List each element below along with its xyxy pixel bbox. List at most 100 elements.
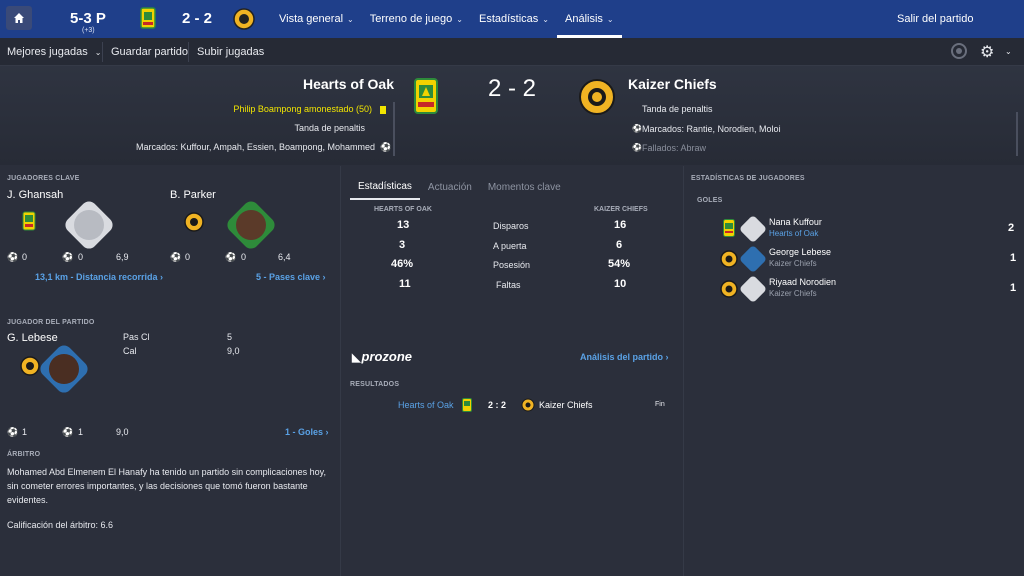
- stat-home-value: 3: [399, 239, 406, 251]
- record-icon[interactable]: [951, 43, 967, 59]
- motm-goals: 1: [22, 427, 28, 437]
- nav-label: Estadísticas: [478, 13, 539, 25]
- home-team-name[interactable]: Hearts of Oak: [303, 76, 394, 92]
- scorer-goals: 2: [1008, 222, 1015, 234]
- chevron-down-icon: ⌄: [542, 14, 549, 24]
- away-team-name[interactable]: Kaizer Chiefs: [628, 76, 717, 92]
- key-players-header: JUGADORES CLAVE: [7, 175, 80, 182]
- motm-name[interactable]: G. Lebese: [7, 332, 58, 344]
- chevron-down-icon: ⌄: [606, 14, 614, 24]
- scorer-name[interactable]: Riyaad Norodien: [769, 277, 836, 287]
- result-away-team[interactable]: Kaizer Chiefs: [539, 400, 593, 410]
- best-plays-button[interactable]: Mejores jugadas ⌄: [7, 46, 101, 58]
- stats-tabs: Estadísticas Actuación Momentos clave: [350, 174, 569, 200]
- key-home-assists: 0: [78, 252, 84, 262]
- nav-label: Análisis: [565, 13, 603, 25]
- ball-icon: ⚽: [380, 142, 392, 152]
- motm-stat2-label: Cal: [123, 346, 137, 356]
- scorer-goals: 1: [1010, 282, 1017, 294]
- kaizer-chiefs-badge-icon: [20, 356, 40, 379]
- key-away-assists: 0: [241, 252, 247, 262]
- stat-home-value: 11: [399, 278, 411, 290]
- scorer-club[interactable]: Hearts of Oak: [769, 229, 818, 238]
- stat-label: Posesión: [493, 260, 531, 270]
- stat-away-value: 6: [616, 239, 623, 251]
- kaizer-chiefs-badge-icon: [578, 78, 616, 119]
- stat-row: 13 Disparos 16: [350, 219, 675, 238]
- key-player-away-name[interactable]: B. Parker: [170, 189, 216, 201]
- key-home-goals: 0: [22, 252, 28, 262]
- key-player-home-name[interactable]: J. Ghansah: [7, 189, 63, 201]
- stat-label: Disparos: [493, 221, 529, 231]
- tab-momentos-clave[interactable]: Momentos clave: [480, 174, 569, 200]
- motm-rating: 9,0: [116, 427, 129, 437]
- referee-report: Mohamed Abd Elmenem El Hanafy ha tenido …: [7, 467, 327, 505]
- chevron-down-icon: ⌄: [456, 14, 463, 24]
- timeline-divider: [393, 102, 395, 156]
- kaizer-chiefs-badge-icon: [521, 398, 535, 414]
- distance-covered-link[interactable]: 13,1 km - Distancia recorrida ›: [35, 272, 163, 282]
- match-analysis-link[interactable]: Análisis del partido ›: [580, 352, 669, 362]
- player-avatar[interactable]: [738, 244, 768, 274]
- nav-vista-general[interactable]: Vista general ⌄: [271, 0, 362, 38]
- stat-row: 46% Posesión 54%: [350, 258, 675, 277]
- tab-actuacion[interactable]: Actuación: [420, 174, 480, 200]
- prozone-mark-icon: ◣: [352, 352, 361, 364]
- nav-label: Terreno de juego: [369, 13, 453, 25]
- player-avatar[interactable]: [738, 214, 768, 244]
- upload-plays-button[interactable]: Subir jugadas: [197, 46, 264, 58]
- ball-icon: ⚽: [170, 252, 182, 262]
- referee-rating: Calificación del árbitro: 6.6: [7, 520, 114, 530]
- hearts-of-oak-badge-icon: [462, 398, 472, 414]
- chevron-down-icon: ⌄: [347, 14, 354, 24]
- motm-stat2-value: 9,0: [227, 346, 240, 356]
- key-passes-link[interactable]: 5 - Pases clave ›: [256, 272, 326, 282]
- nav-estadisticas[interactable]: Estadísticas ⌄: [471, 0, 557, 38]
- booking-event: Philip Boampong amonestado (50): [233, 104, 372, 114]
- stat-label: Faltas: [496, 280, 521, 290]
- scorer-name[interactable]: George Lebese: [769, 247, 831, 257]
- player-avatar[interactable]: [738, 274, 768, 304]
- scorer-club[interactable]: Kaizer Chiefs: [769, 259, 817, 268]
- top-bar: 5-3 P (+3) 2 - 2 Vista general ⌄ Terreno …: [0, 0, 1024, 38]
- gear-icon[interactable]: ⚙: [980, 42, 994, 62]
- motm-header: JUGADOR DEL PARTIDO: [7, 319, 95, 326]
- scorer-club[interactable]: Kaizer Chiefs: [769, 289, 817, 298]
- sub-bar: Mejores jugadas ⌄ Guardar partido Subir …: [0, 38, 1024, 66]
- result-home-team[interactable]: Hearts of Oak: [398, 400, 454, 410]
- save-match-button[interactable]: Guardar partido: [111, 46, 188, 58]
- hearts-of-oak-badge-icon: [723, 219, 735, 240]
- player-photo: [49, 354, 79, 384]
- away-scorers: Marcados: Rantie, Norodien, Moloi: [642, 124, 781, 134]
- scorer-name[interactable]: Nana Kuffour: [769, 217, 822, 227]
- motm-stat1-label: Pas Cl: [123, 332, 150, 342]
- stat-away-value: 10: [614, 278, 627, 290]
- motm-assists: 1: [78, 427, 84, 437]
- tab-estadisticas[interactable]: Estadísticas: [350, 174, 420, 200]
- best-plays-label: Mejores jugadas: [7, 46, 88, 58]
- goals-link[interactable]: 1 - Goles ›: [285, 427, 329, 437]
- result-status: Fin: [655, 401, 665, 408]
- kaizer-chiefs-badge-icon: [233, 8, 255, 33]
- nav-terreno-de-juego[interactable]: Terreno de juego ⌄: [362, 0, 471, 38]
- home-button[interactable]: [6, 6, 32, 30]
- scorer-goals: 1: [1010, 252, 1017, 264]
- referee-header: ÁRBITRO: [7, 451, 41, 458]
- scrollbar[interactable]: [1016, 112, 1018, 156]
- exit-match-button[interactable]: Salir del partido: [897, 13, 973, 25]
- panel-divider: [340, 166, 341, 576]
- divider: [188, 42, 189, 62]
- stat-row: 11 Faltas 10: [350, 278, 675, 297]
- player-silhouette-icon: [74, 210, 104, 240]
- results-header: RESULTADOS: [350, 381, 400, 388]
- result-score: 2 : 2: [488, 400, 507, 410]
- missed-penalty-icon: ⚽: [632, 143, 642, 152]
- nav-analisis[interactable]: Análisis ⌄: [557, 0, 622, 38]
- team-record-diff: (+3): [82, 27, 95, 34]
- chevron-down-icon[interactable]: ⌄: [1005, 47, 1012, 56]
- top-score: 2 - 2: [182, 10, 213, 27]
- home-scorers: Marcados: Kuffour, Ampah, Essien, Boampo…: [136, 142, 375, 152]
- match-score: 2 - 2: [488, 75, 537, 102]
- stat-home-value: 13: [397, 219, 410, 231]
- booking-text: Philip Boampong amonestado (50): [233, 104, 372, 114]
